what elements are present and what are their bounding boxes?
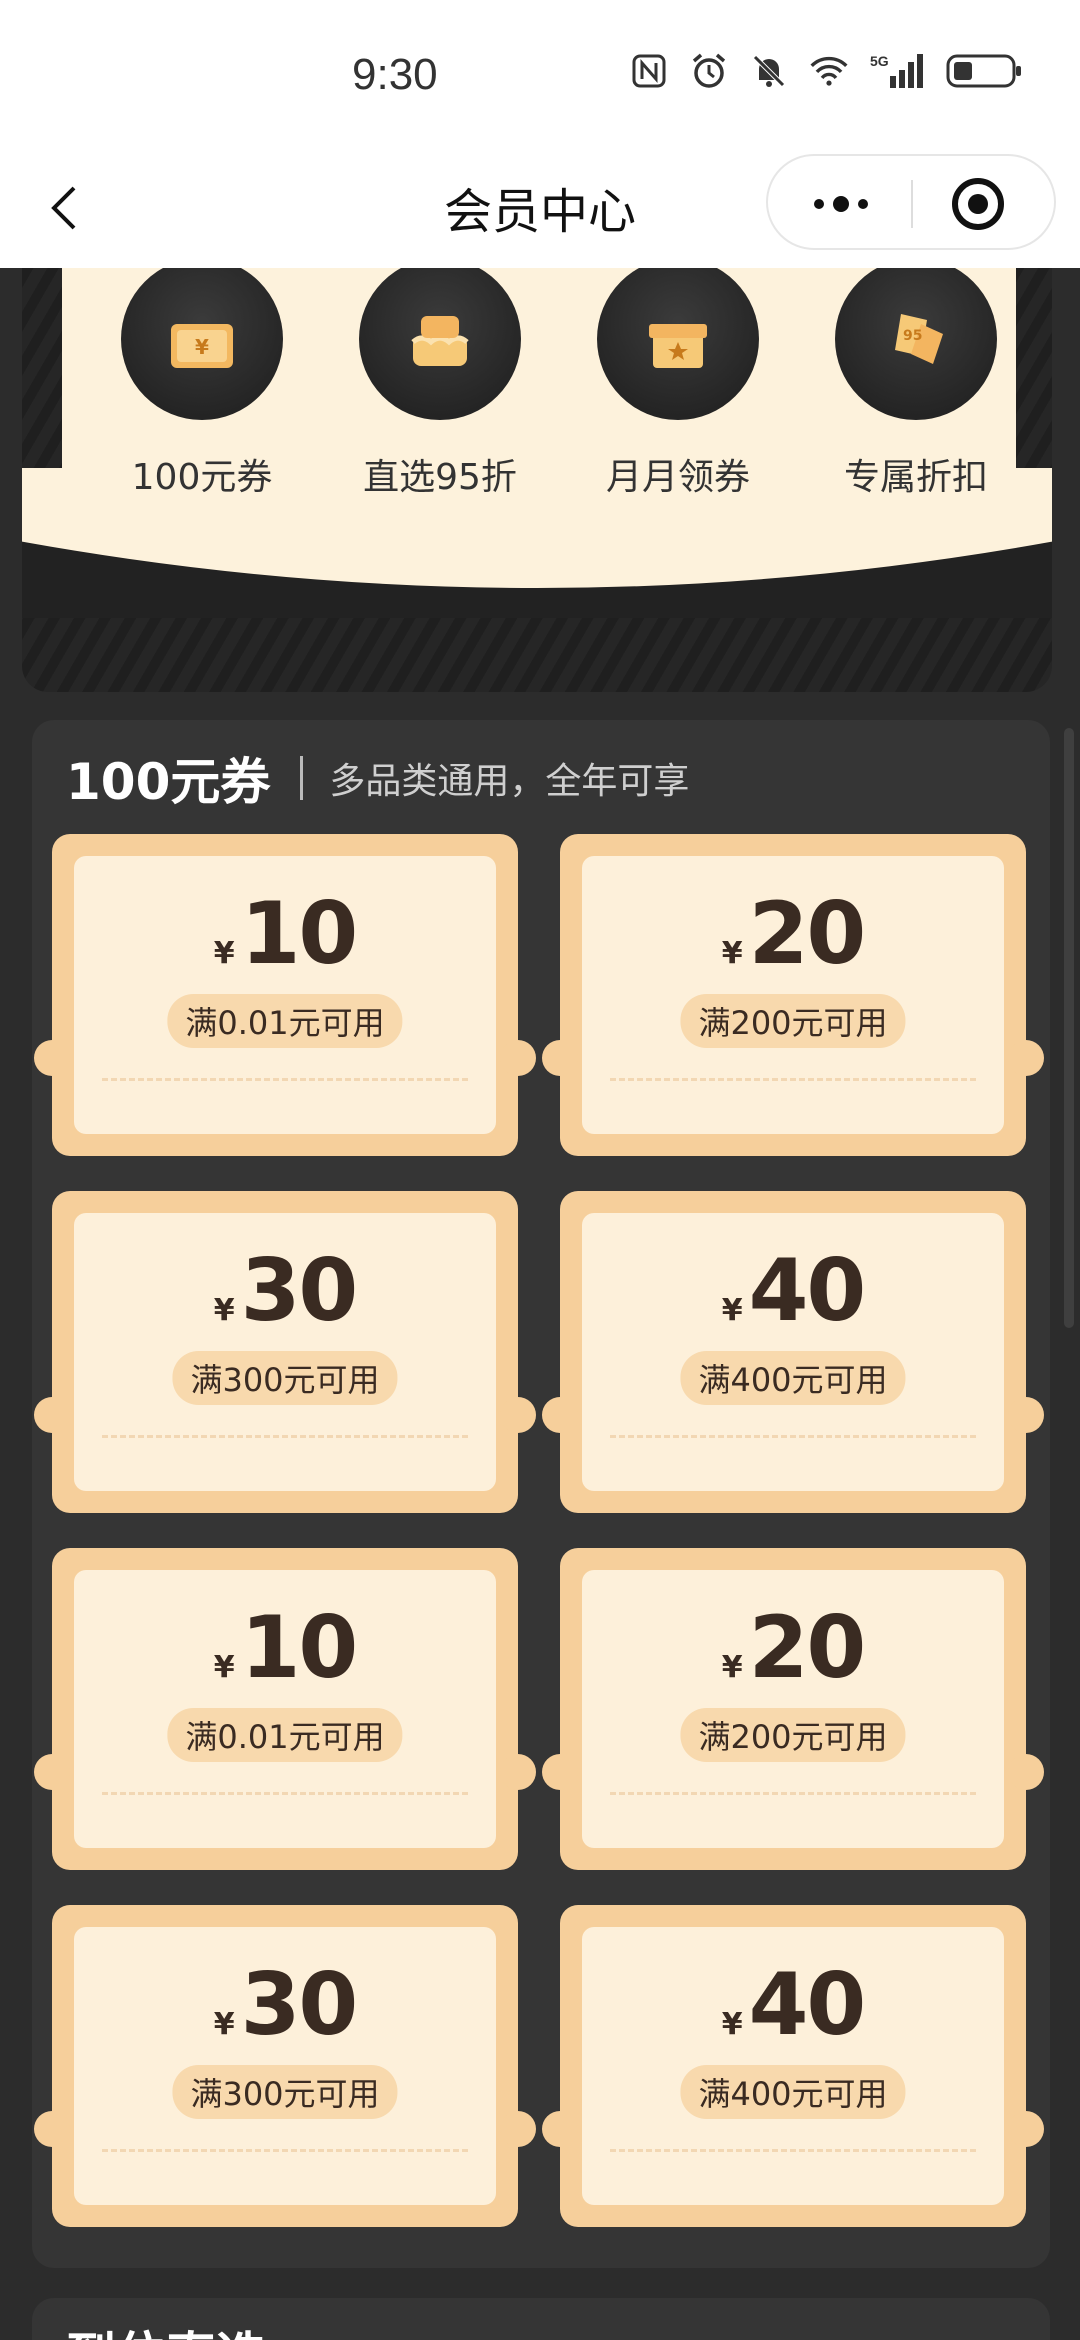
close-mini-program-button[interactable] [948,174,1008,234]
coupon-amount: 30 [240,1241,359,1341]
section-header: 100元券 多品类通用，全年可享 [66,742,689,814]
next-section: 到位直选 [32,2298,1050,2340]
discount-tag-icon: 95 [835,268,997,420]
coupon-card[interactable]: ¥20 满200元可用 [542,834,1044,1156]
section-subtitle: 多品类通用，全年可享 [329,761,690,802]
wifi-icon [810,52,848,90]
next-section-title: 到位直选 [66,2316,266,2340]
status-time: 9:30 [352,50,438,99]
more-button[interactable] [806,174,876,234]
mini-program-capsule [766,154,1056,250]
benefit-monthly-coupon[interactable]: 月月领券 [558,268,798,500]
coupon-divider [610,1435,976,1438]
capsule-divider [911,180,913,228]
coupon-amount: 20 [748,1598,867,1698]
currency-symbol: ¥ [213,2007,235,2042]
coupon-card[interactable]: ¥20 满200元可用 [542,1548,1044,1870]
coupon-amount: 40 [748,1241,867,1341]
coupon-condition: 满300元可用 [172,2065,398,2119]
coupon-condition: 满200元可用 [680,994,906,1048]
svg-text:95: 95 [903,328,922,344]
coupon-ticket-icon: ¥ [121,268,283,420]
coupon-notch [34,2111,70,2147]
coupon-notch [542,1754,578,1790]
coupon-condition: 满200元可用 [680,1708,906,1762]
benefit-label: 专属折扣 [843,457,988,498]
section-title: 100元券 [66,753,271,811]
coupon-amount: 10 [240,884,359,984]
scrollbar[interactable] [1064,728,1074,1328]
benefit-label: 100元券 [131,457,273,498]
coupon-condition: 满300元可用 [172,1351,398,1405]
coupon-amount: 30 [240,1955,359,2055]
coupon-notch [34,1754,70,1790]
nav-bar: 会员中心 [0,150,1080,268]
status-bar: 9:30 5G [0,0,1080,150]
coupon-card[interactable]: ¥40 满400元可用 [542,1191,1044,1513]
coupon-condition: 满400元可用 [680,1351,906,1405]
coupon-notch [34,1397,70,1433]
coupon-amount: 20 [748,884,867,984]
coupon-condition: 满0.01元可用 [167,1708,403,1762]
coupon-divider [102,1792,468,1795]
svg-text:¥: ¥ [195,335,209,359]
coupon-amount: 40 [748,1955,867,2055]
coupon-notch [542,1397,578,1433]
coupon-condition: 满400元可用 [680,2065,906,2119]
benefit-label: 月月领券 [605,457,750,498]
coupon-divider [102,1435,468,1438]
currency-symbol: ¥ [721,1650,743,1685]
coupon-notch [500,1754,536,1790]
benefit-95-discount[interactable]: 直选95折 [320,268,560,500]
coupon-divider [610,2149,976,2152]
more-dots-icon [814,196,868,212]
coupon-notch [542,1040,578,1076]
benefit-exclusive-discount[interactable]: 95 专属折扣 [796,268,1036,500]
currency-symbol: ¥ [721,1293,743,1328]
coupon-section: 100元券 多品类通用，全年可享 ¥10 满0.01元可用 ¥20 满200元可… [32,720,1050,2268]
svg-text:5G: 5G [870,53,889,69]
mute-icon [750,52,788,90]
signal-5g-icon: 5G [870,52,924,90]
target-circle-icon [952,178,1004,230]
coupon-amount: 10 [240,1598,359,1698]
currency-symbol: ¥ [721,2007,743,2042]
status-icons: 5G [630,52,1024,90]
coupon-card[interactable]: ¥10 满0.01元可用 [34,1548,536,1870]
coupon-notch [500,1397,536,1433]
currency-symbol: ¥ [721,936,743,971]
member-benefits-banner: ¥ 100元券 直选95折 月月领券 95 专属折扣 [22,268,1052,692]
benefit-100-coupon[interactable]: ¥ 100元券 [82,268,322,500]
page-content: ¥ 100元券 直选95折 月月领券 95 专属折扣 100元券 多品类通用，全… [0,268,1080,2340]
gift-basket-icon [359,268,521,420]
currency-symbol: ¥ [213,1650,235,1685]
section-divider [300,756,304,800]
coupon-divider [610,1792,976,1795]
coupon-notch [500,1040,536,1076]
coupon-divider [102,2149,468,2152]
battery-icon [946,52,1024,90]
coupon-notch [1008,1754,1044,1790]
nfc-icon [630,52,668,90]
star-box-icon [597,268,759,420]
benefit-label: 直选95折 [363,457,517,498]
coupon-condition: 满0.01元可用 [167,994,403,1048]
coupon-notch [500,2111,536,2147]
alarm-icon [690,52,728,90]
coupon-notch [1008,1397,1044,1433]
currency-symbol: ¥ [213,936,235,971]
coupon-notch [34,1040,70,1076]
coupon-card[interactable]: ¥10 满0.01元可用 [34,834,536,1156]
coupon-divider [610,1078,976,1081]
coupon-card[interactable]: ¥40 满400元可用 [542,1905,1044,2227]
coupon-notch [1008,1040,1044,1076]
coupon-card[interactable]: ¥30 满300元可用 [34,1905,536,2227]
currency-symbol: ¥ [213,1293,235,1328]
coupon-notch [542,2111,578,2147]
coupon-card[interactable]: ¥30 满300元可用 [34,1191,536,1513]
coupon-notch [1008,2111,1044,2147]
coupon-divider [102,1078,468,1081]
